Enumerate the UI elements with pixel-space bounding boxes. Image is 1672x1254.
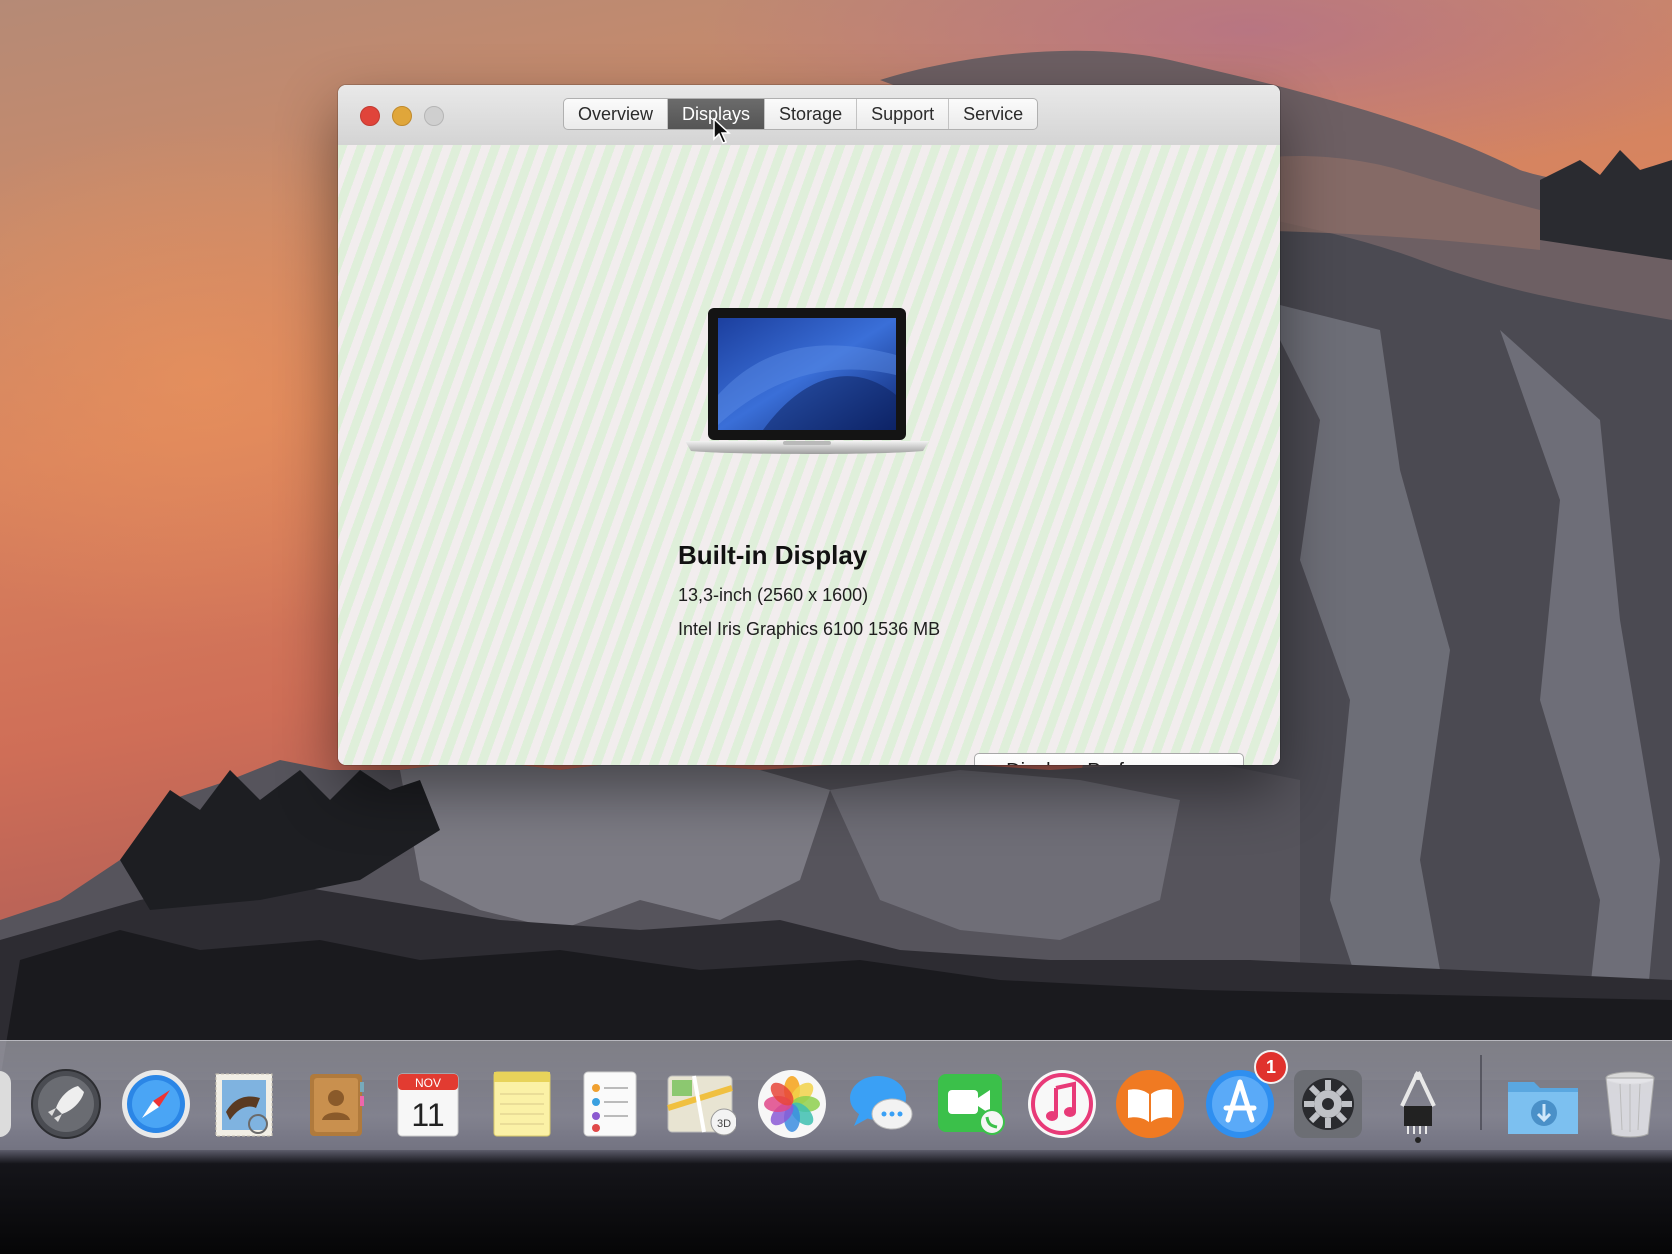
tab-support[interactable]: Support: [857, 99, 950, 129]
dock-notes[interactable]: [486, 1068, 558, 1140]
dock-launchpad[interactable]: [30, 1068, 102, 1140]
dock-safari[interactable]: [120, 1068, 192, 1140]
rocket-icon: [31, 1069, 101, 1139]
gear-icon: [1294, 1070, 1362, 1138]
chip-caliper-icon: [1400, 1071, 1436, 1134]
compass-icon: [122, 1070, 190, 1138]
dock-facetime[interactable]: [936, 1068, 1008, 1140]
dock-reminders[interactable]: [574, 1068, 646, 1140]
minimize-button[interactable]: [392, 106, 412, 126]
tab-overview[interactable]: Overview: [564, 99, 669, 129]
notepad-icon: [493, 1071, 551, 1137]
dock-messages[interactable]: [846, 1068, 918, 1140]
window-titlebar: Overview Displays Storage Support Servic…: [338, 85, 1280, 146]
mouse-cursor-icon: [713, 118, 731, 144]
screen-bezel: [0, 1164, 1672, 1254]
dock-maps[interactable]: 3D: [664, 1068, 736, 1140]
displays-panel: Built-in Display 13,3-inch (2560 x 1600)…: [338, 145, 1280, 765]
dock-separator: [1480, 1055, 1482, 1130]
calendar-icon: NOV 11: [397, 1073, 459, 1137]
displays-preferences-button[interactable]: Displays Preferences...: [974, 753, 1244, 765]
display-size: 13,3-inch (2560 x 1600): [678, 585, 869, 605]
about-this-mac-window: Overview Displays Storage Support Servic…: [338, 85, 1280, 765]
dock-mail[interactable]: [208, 1068, 280, 1140]
dock-calendar[interactable]: NOV 11: [392, 1068, 464, 1140]
finder-icon: [0, 1071, 11, 1137]
dock-contacts[interactable]: [300, 1068, 372, 1140]
display-graphics: Intel Iris Graphics 6100 1536 MB: [678, 619, 941, 639]
dock-ibooks[interactable]: [1114, 1068, 1186, 1140]
dock-finder[interactable]: [0, 1068, 14, 1140]
speech-bubble-icon: [850, 1076, 913, 1130]
dock-itunes[interactable]: [1026, 1068, 1098, 1140]
music-note-icon: [1028, 1070, 1096, 1138]
zoom-button: [424, 106, 444, 126]
dock-trash[interactable]: [1594, 1068, 1666, 1140]
tab-service[interactable]: Service: [949, 99, 1037, 129]
tab-storage[interactable]: Storage: [765, 99, 858, 129]
address-book-icon: [310, 1074, 364, 1136]
video-camera-icon: [938, 1074, 1005, 1135]
pinwheel-icon: [758, 1070, 826, 1138]
calendar-month: NOV: [415, 1076, 441, 1090]
map-icon: 3D: [667, 1075, 736, 1136]
running-indicator: [1415, 1137, 1421, 1143]
downloads-folder-icon: [1508, 1082, 1578, 1134]
display-title: Built-in Display: [678, 540, 868, 570]
open-book-icon: [1116, 1070, 1184, 1138]
calendar-day: 11: [411, 1097, 444, 1133]
app-store-badge: 1: [1254, 1050, 1288, 1084]
maps-3d-label: 3D: [717, 1118, 731, 1130]
stamp-icon: [215, 1073, 273, 1137]
dock-system-information[interactable]: [1382, 1068, 1454, 1140]
tab-bar: Overview Displays Storage Support Servic…: [563, 98, 1039, 130]
dock-downloads[interactable]: [1506, 1068, 1578, 1140]
dock-system-preferences[interactable]: [1292, 1068, 1364, 1140]
macbook-icon: [685, 308, 929, 454]
close-button[interactable]: [360, 106, 380, 126]
dock-edge: [0, 1150, 1672, 1164]
trash-icon: [1605, 1071, 1655, 1138]
dock-photos[interactable]: [756, 1068, 828, 1140]
checklist-icon: [583, 1071, 637, 1137]
